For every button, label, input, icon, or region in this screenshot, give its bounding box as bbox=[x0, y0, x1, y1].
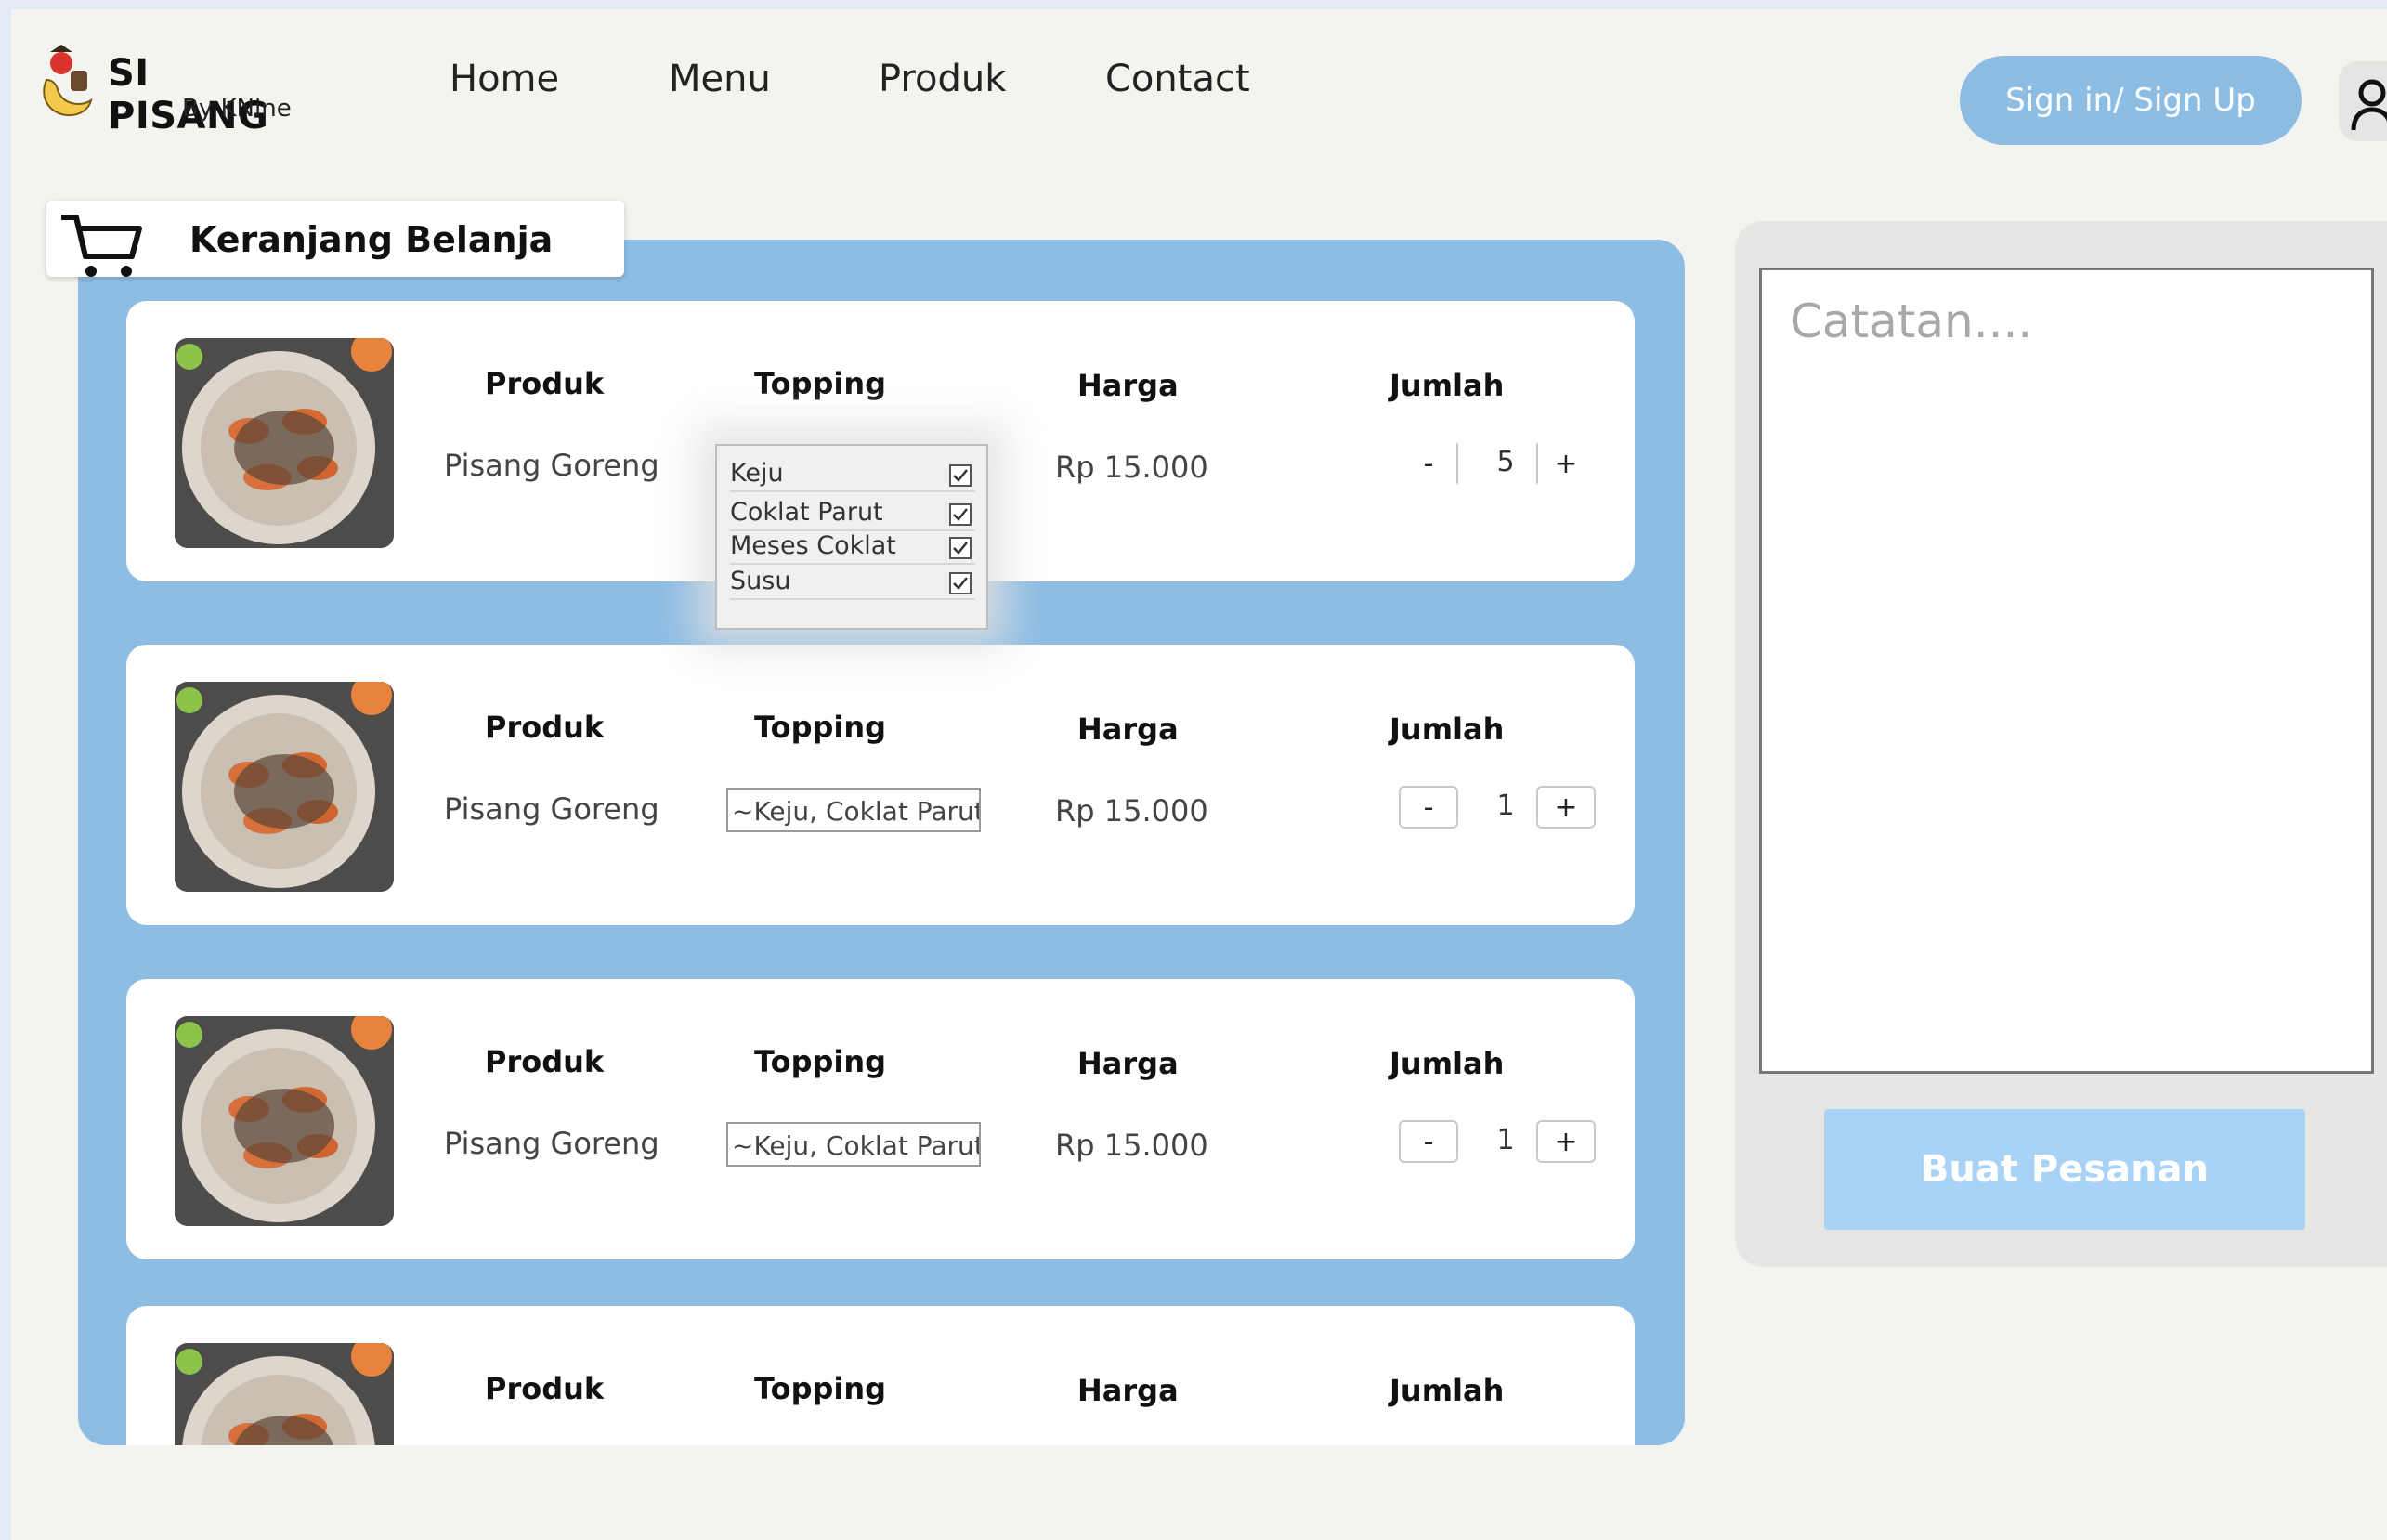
cart-item: Produk Topping Harga Jumlah bbox=[126, 1306, 1635, 1445]
col-header-jumlah: Jumlah bbox=[1389, 368, 1505, 403]
signin-button[interactable]: Sign in/ Sign Up bbox=[1960, 56, 2302, 145]
col-header-topping: Topping bbox=[754, 1044, 887, 1079]
cart-item: Produk Topping Harga Jumlah Pisang Goren… bbox=[126, 979, 1635, 1259]
topping-option-susu[interactable]: Susu bbox=[730, 567, 975, 600]
col-header-produk: Produk bbox=[485, 1044, 605, 1079]
quantity-stepper: - 5 + bbox=[1399, 442, 1601, 489]
product-price: Rp 15.000 bbox=[1055, 1128, 1208, 1163]
checkbox-checked-icon[interactable] bbox=[949, 503, 972, 526]
cart-panel: Produk Topping Harga Jumlah Pisang Goren… bbox=[78, 240, 1685, 1445]
cart-title-tab: Keranjang Belanja bbox=[46, 201, 624, 277]
user-icon bbox=[2351, 79, 2387, 131]
col-header-produk: Produk bbox=[485, 366, 605, 401]
frame-left-strip bbox=[0, 0, 11, 1540]
topping-option-keju[interactable]: Keju bbox=[730, 459, 975, 492]
product-price: Rp 15.000 bbox=[1055, 793, 1208, 829]
nav-contact[interactable]: Contact bbox=[1105, 58, 1250, 100]
qty-increase-button[interactable]: + bbox=[1536, 786, 1596, 829]
product-price: Rp 15.000 bbox=[1055, 450, 1208, 485]
qty-value: 1 bbox=[1496, 790, 1515, 822]
product-image bbox=[175, 338, 394, 548]
col-header-jumlah: Jumlah bbox=[1389, 1046, 1505, 1081]
topping-dropdown: Keju Coklat Parut Meses Coklat Susu bbox=[715, 444, 988, 630]
product-name: Pisang Goreng bbox=[444, 791, 659, 827]
col-header-produk: Produk bbox=[485, 710, 605, 745]
col-header-harga: Harga bbox=[1077, 368, 1179, 403]
qty-decrease-button[interactable]: - bbox=[1399, 786, 1458, 829]
product-image bbox=[175, 1016, 394, 1226]
col-header-jumlah: Jumlah bbox=[1389, 1373, 1505, 1408]
qty-decrease-button[interactable]: - bbox=[1399, 442, 1458, 485]
brand-logo[interactable]: SI PISANG By KNine bbox=[33, 39, 312, 137]
product-name: Pisang Goreng bbox=[444, 1126, 659, 1161]
col-header-topping: Topping bbox=[754, 366, 887, 401]
qty-decrease-button[interactable]: - bbox=[1399, 1120, 1458, 1163]
topping-option-meses-coklat[interactable]: Meses Coklat bbox=[730, 531, 975, 565]
col-header-harga: Harga bbox=[1077, 1046, 1179, 1081]
topping-option-label: Meses Coklat bbox=[730, 531, 896, 560]
checkbox-checked-icon[interactable] bbox=[949, 537, 972, 559]
topping-option-label: Coklat Parut bbox=[730, 498, 883, 527]
place-order-button[interactable]: Buat Pesanan bbox=[1824, 1109, 2305, 1230]
frame-top-strip bbox=[0, 0, 2387, 9]
quantity-stepper: - 1 + bbox=[1399, 1120, 1601, 1167]
nav-produk[interactable]: Produk bbox=[879, 58, 1006, 100]
checkbox-checked-icon[interactable] bbox=[949, 464, 972, 487]
product-image bbox=[175, 682, 394, 892]
col-header-jumlah: Jumlah bbox=[1389, 711, 1505, 747]
topping-select[interactable]: ~Keju, Coklat Parut, bbox=[726, 1122, 981, 1167]
shopping-cart-icon bbox=[61, 215, 142, 277]
topping-select[interactable]: ~Keju, Coklat Parut, bbox=[726, 788, 981, 832]
quantity-stepper: - 1 + bbox=[1399, 786, 1601, 832]
nav-home[interactable]: Home bbox=[450, 58, 559, 100]
cart-title: Keranjang Belanja bbox=[189, 219, 554, 260]
col-header-harga: Harga bbox=[1077, 711, 1179, 747]
topping-option-label: Susu bbox=[730, 567, 791, 595]
qty-value: 1 bbox=[1496, 1124, 1515, 1156]
topping-option-coklat-parut[interactable]: Coklat Parut bbox=[730, 498, 975, 531]
cart-item: Produk Topping Harga Jumlah Pisang Goren… bbox=[126, 645, 1635, 925]
product-name: Pisang Goreng bbox=[444, 448, 659, 483]
nav-menu[interactable]: Menu bbox=[669, 58, 771, 100]
notes-panel: Catatan.... Buat Pesanan bbox=[1735, 221, 2387, 1267]
qty-value: 5 bbox=[1496, 446, 1515, 478]
col-header-produk: Produk bbox=[485, 1371, 605, 1406]
checkbox-checked-icon[interactable] bbox=[949, 572, 972, 594]
user-account-button[interactable] bbox=[2339, 61, 2387, 141]
notes-textarea[interactable]: Catatan.... bbox=[1759, 268, 2374, 1074]
col-header-harga: Harga bbox=[1077, 1373, 1179, 1408]
qty-increase-button[interactable]: + bbox=[1536, 1120, 1596, 1163]
brand-subtitle: By KNine bbox=[182, 95, 292, 123]
col-header-topping: Topping bbox=[754, 1371, 887, 1406]
topping-option-label: Keju bbox=[730, 459, 784, 488]
qty-increase-button[interactable]: + bbox=[1536, 442, 1596, 485]
banana-mascot-icon bbox=[43, 45, 93, 117]
product-image bbox=[175, 1343, 394, 1445]
notes-placeholder: Catatan.... bbox=[1790, 294, 2033, 348]
col-header-topping: Topping bbox=[754, 710, 887, 745]
